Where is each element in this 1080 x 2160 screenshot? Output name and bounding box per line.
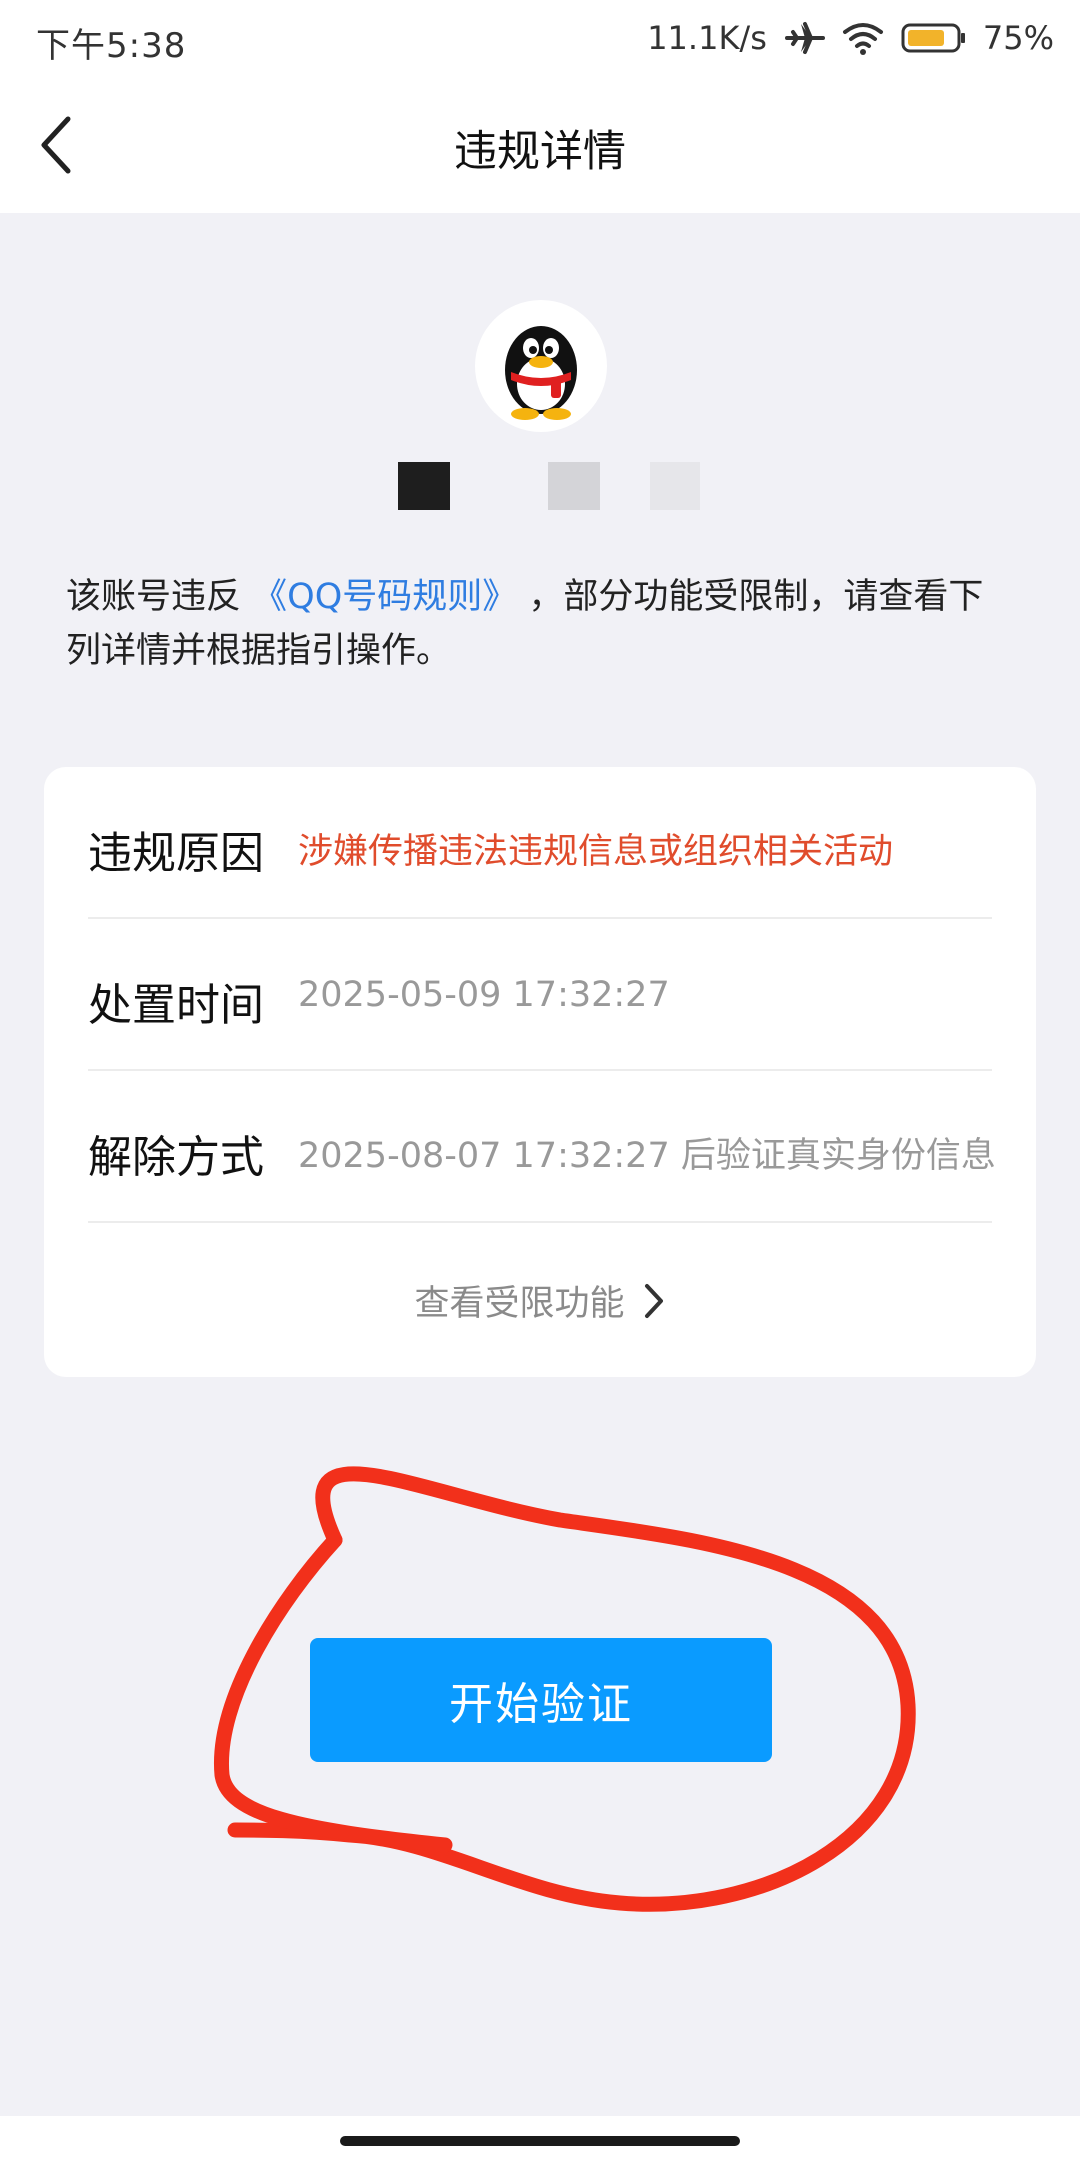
detail-label: 处置时间 (88, 980, 264, 1031)
navigation-bar: 违规详情 (0, 75, 1080, 213)
status-bar: 下午5:38 11.1K/s 75% (0, 0, 1080, 75)
qq-rules-link[interactable]: 《QQ号码规则》 (252, 577, 517, 617)
release-method: 2025-08-07 17:32:27 后验证真实身份信息 (298, 1136, 996, 1176)
disposal-time: 2025-05-09 17:32:27 (298, 975, 670, 1015)
masked-username-block (548, 462, 600, 510)
start-verification-button[interactable]: 开始验证 (310, 1638, 772, 1762)
masked-username-block (398, 462, 450, 510)
chevron-right-icon (644, 1283, 663, 1318)
masked-username-block (650, 462, 700, 510)
network-speed: 11.1K/s (647, 19, 767, 57)
violation-reason: 涉嫌传播违法违规信息或组织相关活动 (298, 832, 894, 872)
detail-label: 解除方式 (88, 1132, 264, 1183)
home-indicator (0, 2116, 1080, 2160)
view-restricted-functions-link[interactable]: 查看受限功能 (44, 1275, 1036, 1365)
battery-percent: 75% (982, 19, 1054, 57)
detail-row-reason: 违规原因 涉嫌传播违法违规信息或组织相关活动 (88, 767, 992, 919)
status-indicators: 11.1K/s 75% (647, 18, 1054, 58)
detail-label: 违规原因 (88, 828, 264, 879)
airplane-icon (784, 20, 825, 56)
violation-detail-page: 下午5:38 11.1K/s 75% 违规详情 该账号违反 《QQ号码规则》 ，… (0, 0, 1080, 2160)
wifi-icon (841, 20, 885, 56)
qq-penguin-logo (505, 326, 577, 420)
violation-notice: 该账号违反 《QQ号码规则》 ，部分功能受限制，请查看下列详情并根据指引操作。 (66, 570, 1016, 678)
page-title: 违规详情 (454, 127, 626, 177)
notice-prefix: 该账号违反 (66, 577, 242, 617)
status-time: 下午5:38 (36, 26, 187, 66)
view-restricted-functions-label: 查看受限功能 (414, 1284, 625, 1324)
avatar (475, 300, 607, 432)
detail-row-release: 解除方式 2025-08-07 17:32:27 后验证真实身份信息 (88, 1071, 996, 1223)
violation-details-card: 违规原因 涉嫌传播违法违规信息或组织相关活动 处置时间 2025-05-09 1… (44, 767, 1036, 1377)
detail-row-time: 处置时间 2025-05-09 17:32:27 (88, 919, 992, 1071)
battery-icon (901, 21, 967, 55)
home-bar[interactable] (340, 2136, 740, 2146)
